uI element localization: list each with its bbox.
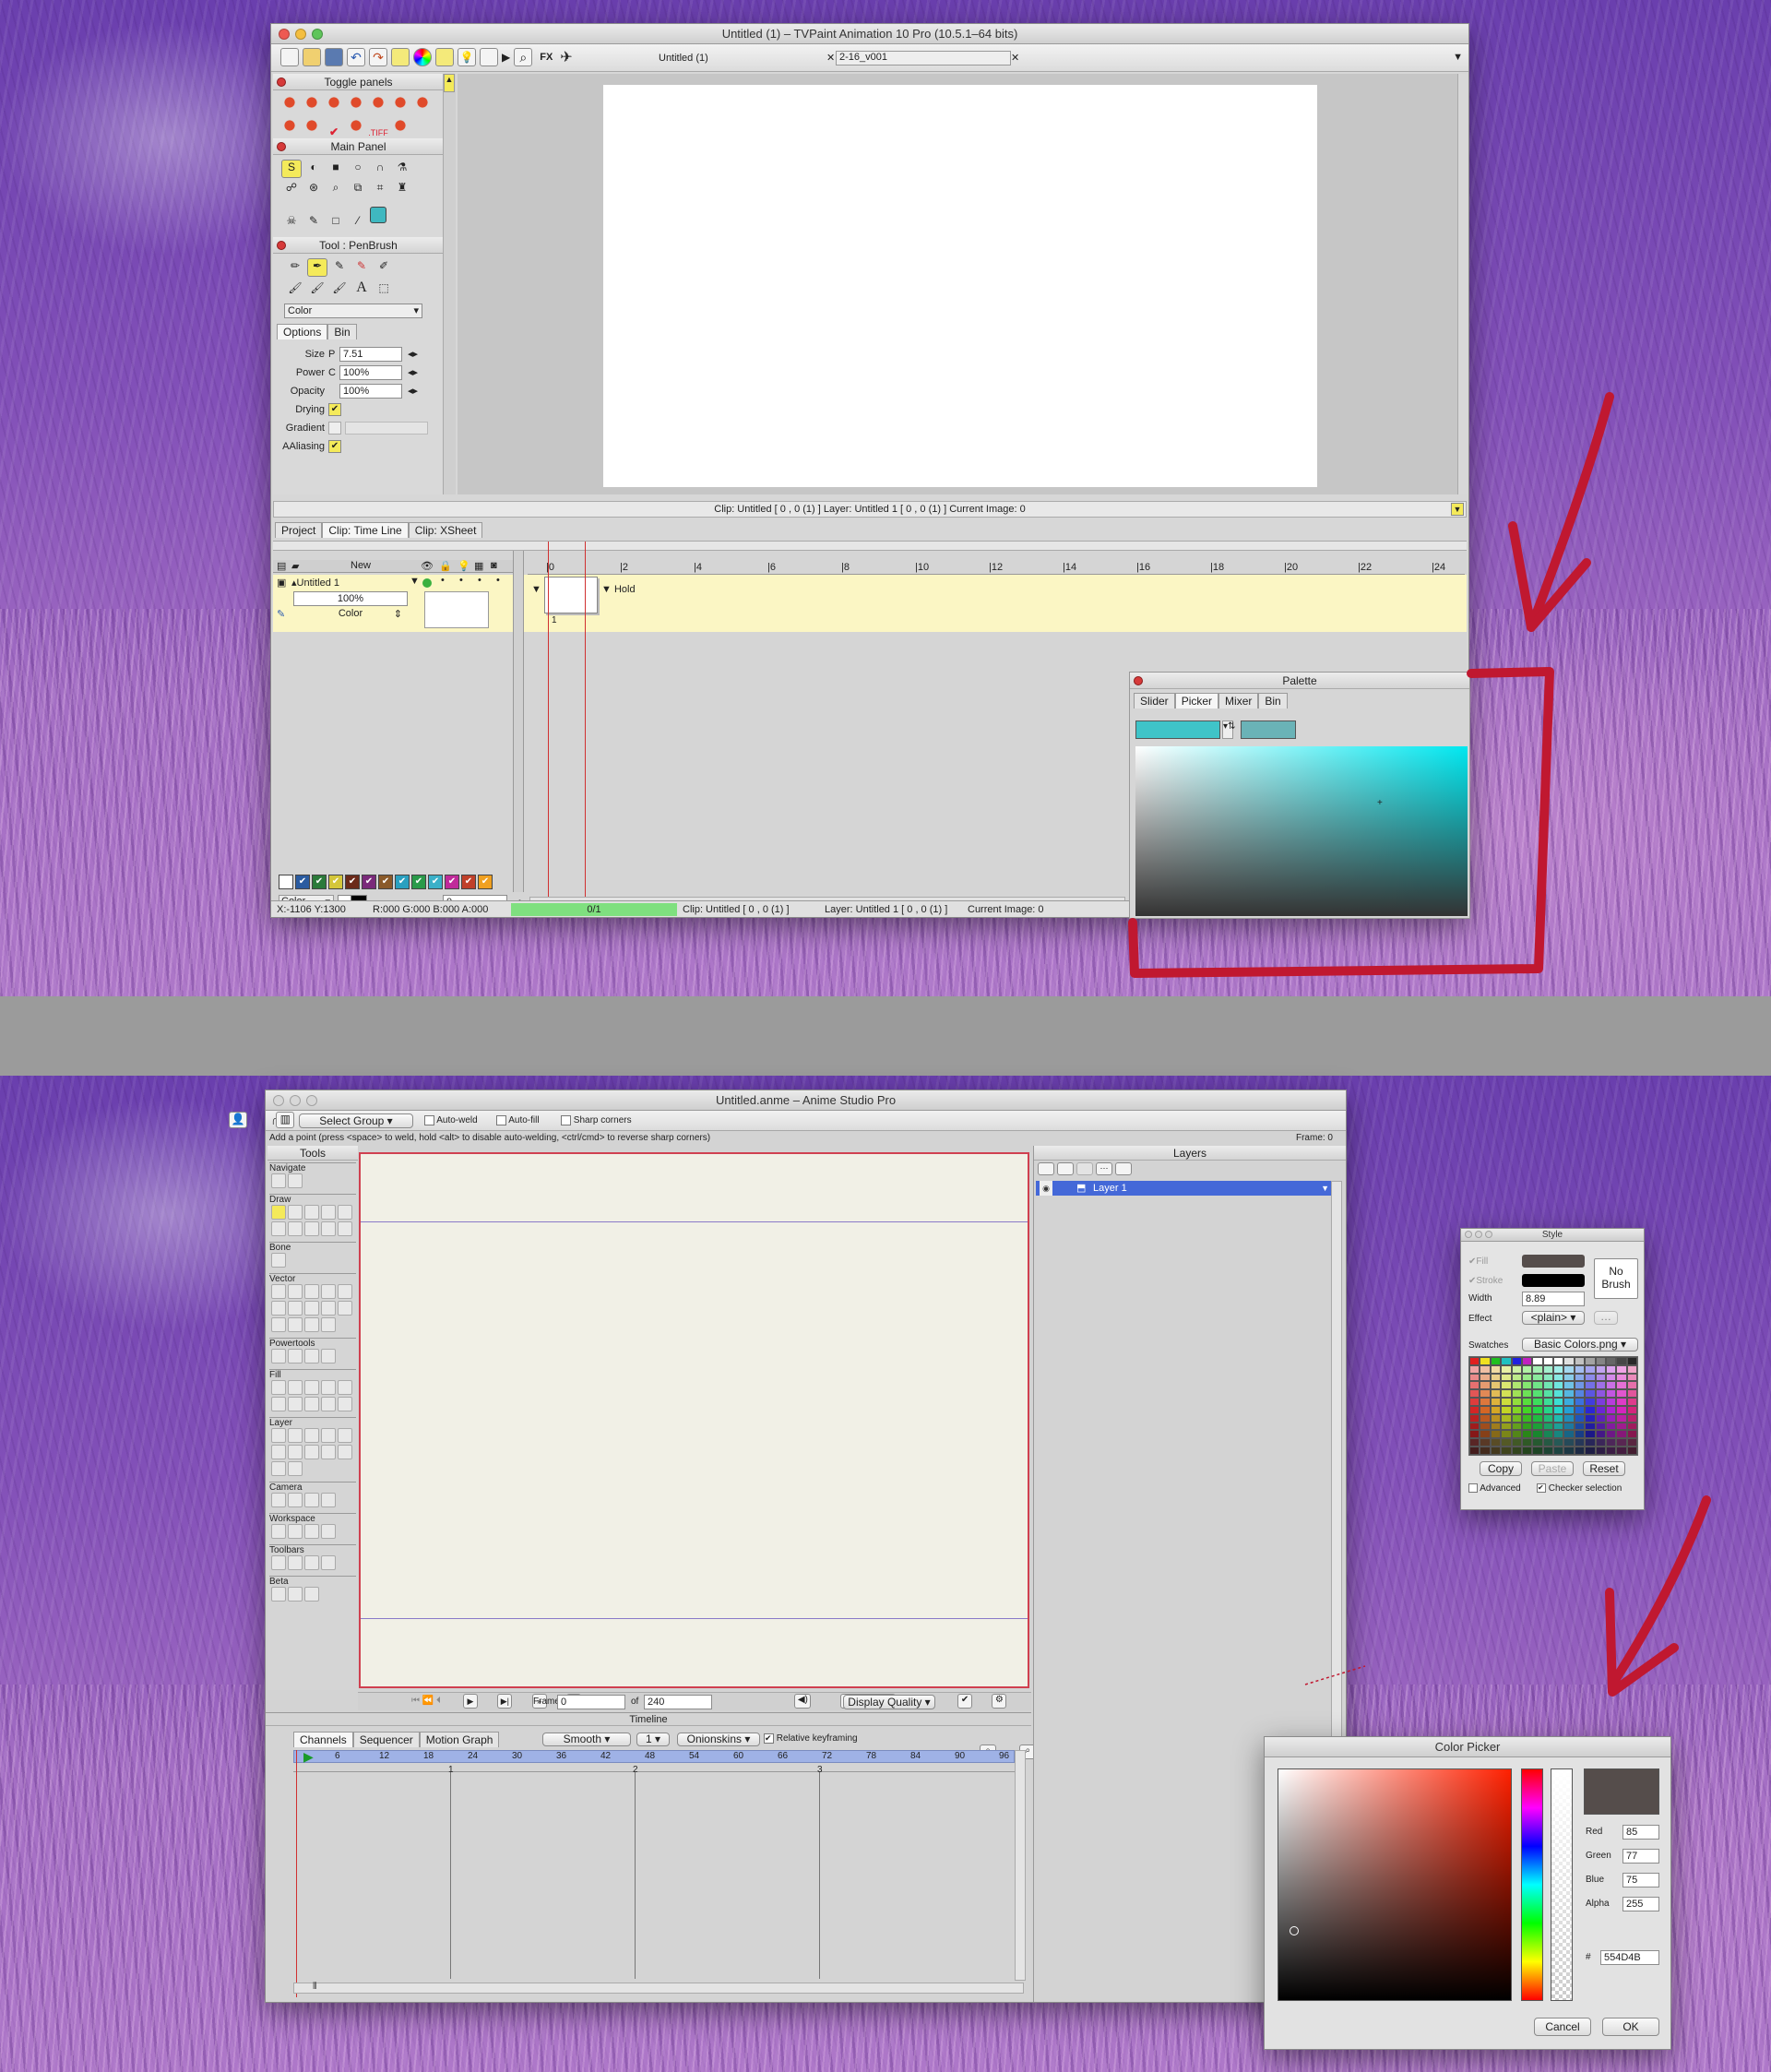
- red-annotation-bottom: [1304, 1495, 1711, 1697]
- divider: [0, 996, 1771, 1076]
- red-annotation-top: [1128, 392, 1614, 978]
